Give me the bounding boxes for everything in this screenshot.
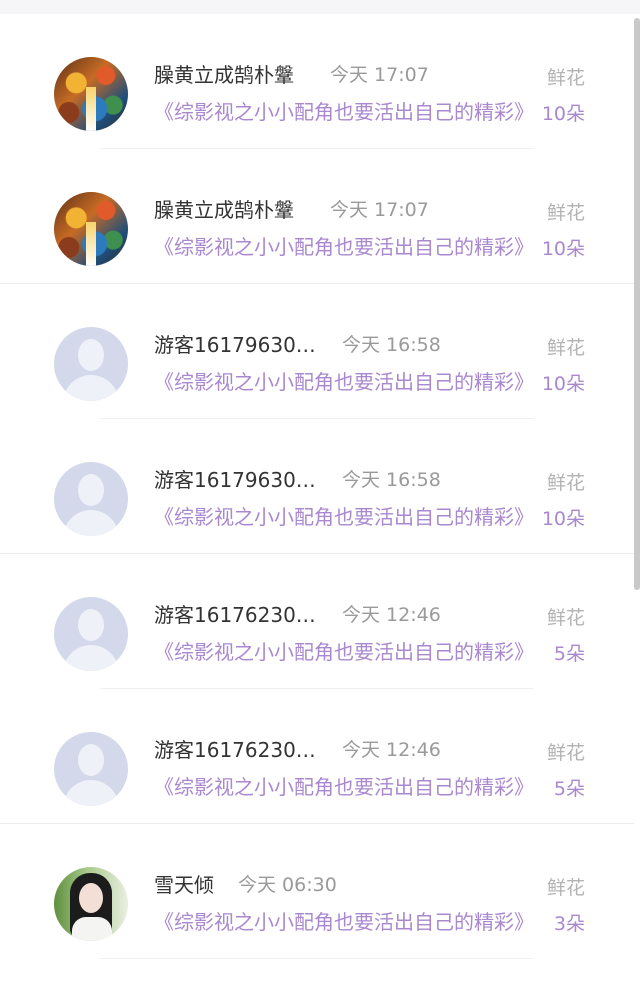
default-avatar-body	[63, 645, 119, 671]
default-avatar-icon	[78, 339, 104, 371]
gift-type: 鲜花	[546, 67, 585, 89]
gift-type: 鲜花	[546, 337, 585, 359]
gift-count: 3朵	[553, 913, 585, 935]
timestamp: 今天 12:46	[342, 739, 441, 761]
avatar-image	[86, 222, 96, 266]
gift-count: 10朵	[541, 103, 585, 125]
list-item[interactable]: 游客16179630… 今天 16:58 《综影视之小小配角也要活出自己的精彩》…	[0, 284, 634, 419]
user-name[interactable]: 臊黄立成鹄朴鞶	[154, 63, 294, 87]
avatar[interactable]	[54, 192, 128, 266]
gift-count: 10朵	[541, 238, 585, 260]
user-name[interactable]: 游客16176230…	[154, 738, 316, 762]
avatar-face	[79, 883, 103, 913]
default-avatar-body	[63, 780, 119, 806]
user-name[interactable]: 雪天倾	[154, 873, 214, 897]
list-item[interactable]: 臊黄立成鹄朴鞶 今天 17:07 《综影视之小小配角也要活出自己的精彩》 鲜花 …	[0, 149, 634, 284]
list-item[interactable]: 雪天倾 今天 06:30 《综影视之小小配角也要活出自己的精彩》 鲜花 3朵	[0, 824, 634, 959]
book-title-link[interactable]: 《综影视之小小配角也要活出自己的精彩》	[154, 100, 534, 124]
default-avatar-body	[63, 510, 119, 536]
gift-type: 鲜花	[546, 472, 585, 494]
gift-type: 鲜花	[546, 202, 585, 224]
divider	[100, 958, 534, 959]
avatar-image	[86, 87, 96, 131]
book-title-link[interactable]: 《综影视之小小配角也要活出自己的精彩》	[154, 775, 534, 799]
user-name[interactable]: 游客16179630…	[154, 333, 316, 357]
timestamp: 今天 06:30	[238, 874, 337, 896]
default-avatar-body	[63, 375, 119, 401]
book-title-link[interactable]: 《综影视之小小配角也要活出自己的精彩》	[154, 505, 534, 529]
default-avatar-icon	[78, 474, 104, 506]
list-item[interactable]: 游客16176230… 今天 12:46 《综影视之小小配角也要活出自己的精彩》…	[0, 689, 634, 824]
list-item[interactable]: 臊黄立成鹄朴鞶 今天 17:07 《综影视之小小配角也要活出自己的精彩》 鲜花 …	[0, 14, 634, 149]
gift-type: 鲜花	[546, 607, 585, 629]
gift-count: 10朵	[541, 373, 585, 395]
scrollbar[interactable]	[634, 18, 640, 590]
gift-type: 鲜花	[546, 742, 585, 764]
gift-count: 5朵	[553, 778, 585, 800]
avatar[interactable]	[54, 867, 128, 941]
timestamp: 今天 17:07	[330, 64, 429, 86]
avatar[interactable]	[54, 327, 128, 401]
book-title-link[interactable]: 《综影视之小小配角也要活出自己的精彩》	[154, 640, 534, 664]
book-title-link[interactable]: 《综影视之小小配角也要活出自己的精彩》	[154, 235, 534, 259]
list-item[interactable]: 游客16176230… 今天 12:46 《综影视之小小配角也要活出自己的精彩》…	[0, 554, 634, 689]
avatar[interactable]	[54, 597, 128, 671]
timestamp: 今天 16:58	[342, 469, 441, 491]
timestamp: 今天 16:58	[342, 334, 441, 356]
timestamp: 今天 12:46	[342, 604, 441, 626]
gift-type: 鲜花	[546, 877, 585, 899]
gift-count: 5朵	[553, 643, 585, 665]
list-item[interactable]: 游客16179630… 今天 16:58 《综影视之小小配角也要活出自己的精彩》…	[0, 419, 634, 554]
book-title-link[interactable]: 《综影视之小小配角也要活出自己的精彩》	[154, 910, 534, 934]
avatar[interactable]	[54, 57, 128, 131]
top-strip	[0, 0, 640, 14]
gift-record-list: 臊黄立成鹄朴鞶 今天 17:07 《综影视之小小配角也要活出自己的精彩》 鲜花 …	[0, 14, 634, 959]
user-name[interactable]: 游客16179630…	[154, 468, 316, 492]
avatar-dress	[72, 917, 112, 941]
user-name[interactable]: 臊黄立成鹄朴鞶	[154, 198, 294, 222]
gift-count: 10朵	[541, 508, 585, 530]
avatar[interactable]	[54, 462, 128, 536]
avatar[interactable]	[54, 732, 128, 806]
timestamp: 今天 17:07	[330, 199, 429, 221]
book-title-link[interactable]: 《综影视之小小配角也要活出自己的精彩》	[154, 370, 534, 394]
default-avatar-icon	[78, 609, 104, 641]
default-avatar-icon	[78, 744, 104, 776]
user-name[interactable]: 游客16176230…	[154, 603, 316, 627]
